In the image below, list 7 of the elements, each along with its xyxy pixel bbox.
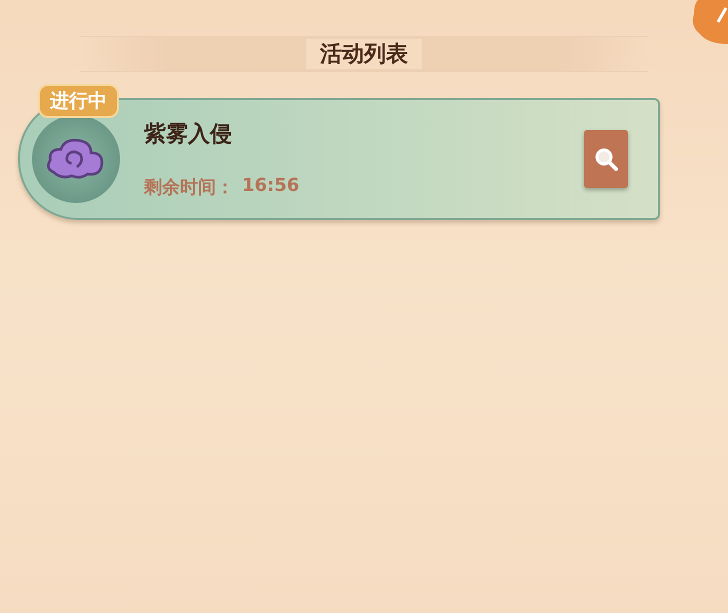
panel-title: 活动列表: [306, 39, 422, 69]
remaining-time-label: 剩余时间：: [144, 176, 234, 199]
status-badge: 进行中: [38, 84, 119, 118]
search-button[interactable]: [584, 130, 628, 188]
search-icon: [593, 146, 619, 172]
remaining-time-value: 16:56: [242, 175, 300, 198]
event-name: 紫雾入侵: [144, 121, 233, 149]
